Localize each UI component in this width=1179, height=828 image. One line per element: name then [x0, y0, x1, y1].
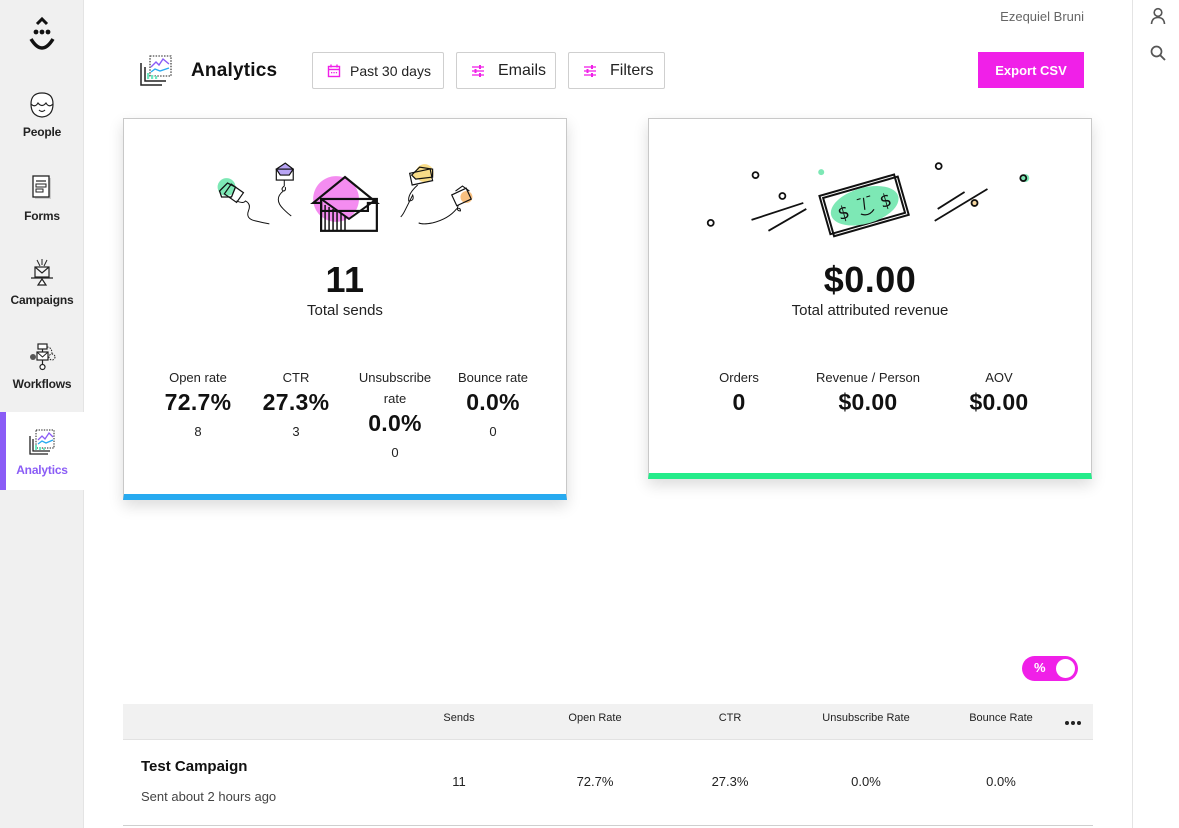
total-sends-card: 11 Total sends Open rate 72.7% 8 CTR 27.… — [123, 118, 567, 500]
revenue-card: $ $ $0.00 Total attributed revenue Order… — [648, 118, 1092, 479]
column-header-bounce-rate[interactable]: Bounce Rate — [969, 712, 1033, 724]
column-header-open-rate[interactable]: Open Rate — [568, 712, 621, 724]
analytics-chart-icon — [29, 429, 55, 455]
sliders-icon — [584, 64, 596, 77]
user-icon[interactable] — [1149, 7, 1167, 25]
stat-count: 8 — [194, 424, 202, 439]
form-document-icon — [32, 175, 51, 199]
stat-label: Bounce rate — [457, 370, 529, 385]
stat-label: CTR — [282, 370, 310, 385]
logo-icon[interactable] — [24, 14, 60, 54]
sidebar: People Forms Campaigns Workflows Analyti… — [0, 0, 84, 828]
cell-unsubscribe-rate: 0.0% — [851, 774, 881, 789]
sidebar-item-label: Forms — [24, 209, 60, 223]
emails-label: Emails — [498, 61, 547, 79]
stat-label: Open rate — [169, 370, 227, 385]
campaign-name[interactable]: Test Campaign — [141, 758, 247, 775]
stat-label: Revenue / Person — [815, 370, 921, 385]
search-icon[interactable] — [1149, 44, 1167, 62]
sidebar-item-people[interactable]: People — [0, 90, 84, 168]
campaigns-table: Sends Open Rate CTR Unsubscribe Rate Bou… — [123, 704, 1093, 826]
stat-value: $0.00 — [969, 389, 1029, 415]
total-sends-label: Total sends — [307, 302, 383, 319]
toggle-label: % — [1034, 660, 1046, 675]
analytics-page-icon — [140, 55, 172, 86]
calendar-icon — [327, 64, 341, 77]
right-rail — [1132, 0, 1179, 828]
sidebar-item-forms[interactable]: Forms — [0, 174, 84, 252]
emails-button[interactable]: Emails — [456, 52, 556, 89]
orders-stat: Orders 0 — [689, 367, 789, 416]
cell-sends: 11 — [452, 774, 466, 789]
stat-value: $0.00 — [838, 389, 898, 415]
revenue-per-person-stat: Revenue / Person $0.00 — [803, 367, 933, 416]
total-sends-value: 11 — [325, 259, 365, 300]
cell-bounce-rate: 0.0% — [986, 774, 1016, 789]
total-revenue-label: Total attributed revenue — [791, 302, 949, 319]
column-header-unsubscribe-rate[interactable]: Unsubscribe Rate — [822, 712, 909, 724]
sidebar-item-label: People — [22, 125, 62, 139]
stat-value: 72.7% — [164, 389, 232, 415]
stat-count: 0 — [391, 445, 399, 460]
stat-value: 0.0% — [368, 410, 422, 436]
toggle-knob — [1056, 659, 1075, 678]
envelope-kites-illustration — [217, 162, 473, 232]
money-illustration: $ $ — [706, 162, 1030, 238]
stat-count: 3 — [292, 424, 300, 439]
ctr-stat: CTR 27.3% 3 — [246, 367, 346, 439]
user-name[interactable]: Ezequiel Bruni — [1000, 9, 1084, 24]
person-face-icon — [30, 92, 54, 118]
stat-label: Orders — [719, 370, 759, 385]
column-header-ctr[interactable]: CTR — [719, 712, 742, 724]
stat-count: 0 — [489, 424, 497, 439]
cell-ctr: 27.3% — [711, 774, 749, 789]
unsubscribe-rate-stat: Unsubscribe rate 0.0% 0 — [350, 367, 440, 460]
aov-stat: AOV $0.00 — [949, 367, 1049, 416]
sidebar-item-label: Analytics — [16, 463, 68, 477]
campaign-sent-time: Sent about 2 hours ago — [141, 789, 277, 804]
export-csv-button[interactable]: Export CSV — [978, 52, 1084, 88]
percent-toggle[interactable]: % — [1022, 656, 1078, 681]
sidebar-item-analytics[interactable]: Analytics — [0, 412, 84, 490]
sidebar-item-campaigns[interactable]: Campaigns — [0, 258, 84, 336]
sidebar-item-label: Campaigns — [10, 293, 74, 307]
stat-label: AOV — [985, 370, 1013, 385]
total-revenue-value: $0.00 — [823, 259, 917, 300]
cell-open-rate: 72.7% — [576, 774, 614, 789]
sidebar-item-workflows[interactable]: Workflows — [0, 342, 84, 420]
bounce-rate-stat: Bounce rate 0.0% 0 — [443, 367, 543, 439]
stat-value: 27.3% — [262, 389, 330, 415]
stat-value: 0 — [732, 389, 746, 415]
date-range-label: Past 30 days — [350, 62, 431, 79]
stat-label: Unsubscribe rate — [358, 370, 432, 406]
workflow-icon — [30, 343, 56, 371]
stat-value: 0.0% — [466, 389, 520, 415]
filters-button[interactable]: Filters — [568, 52, 665, 89]
page-title: Analytics — [191, 60, 278, 81]
open-rate-stat: Open rate 72.7% 8 — [148, 367, 248, 439]
sidebar-item-label: Workflows — [12, 377, 72, 391]
date-range-button[interactable]: Past 30 days — [312, 52, 444, 89]
sliders-icon — [472, 64, 484, 77]
more-options-icon[interactable] — [1063, 713, 1083, 729]
filters-label: Filters — [610, 61, 654, 79]
column-header-sends[interactable]: Sends — [443, 712, 474, 724]
campaign-envelope-icon — [31, 259, 53, 286]
table-row[interactable]: Test Campaign Sent about 2 hours ago 11 … — [123, 740, 1093, 826]
table-header: Sends Open Rate CTR Unsubscribe Rate Bou… — [123, 704, 1093, 740]
